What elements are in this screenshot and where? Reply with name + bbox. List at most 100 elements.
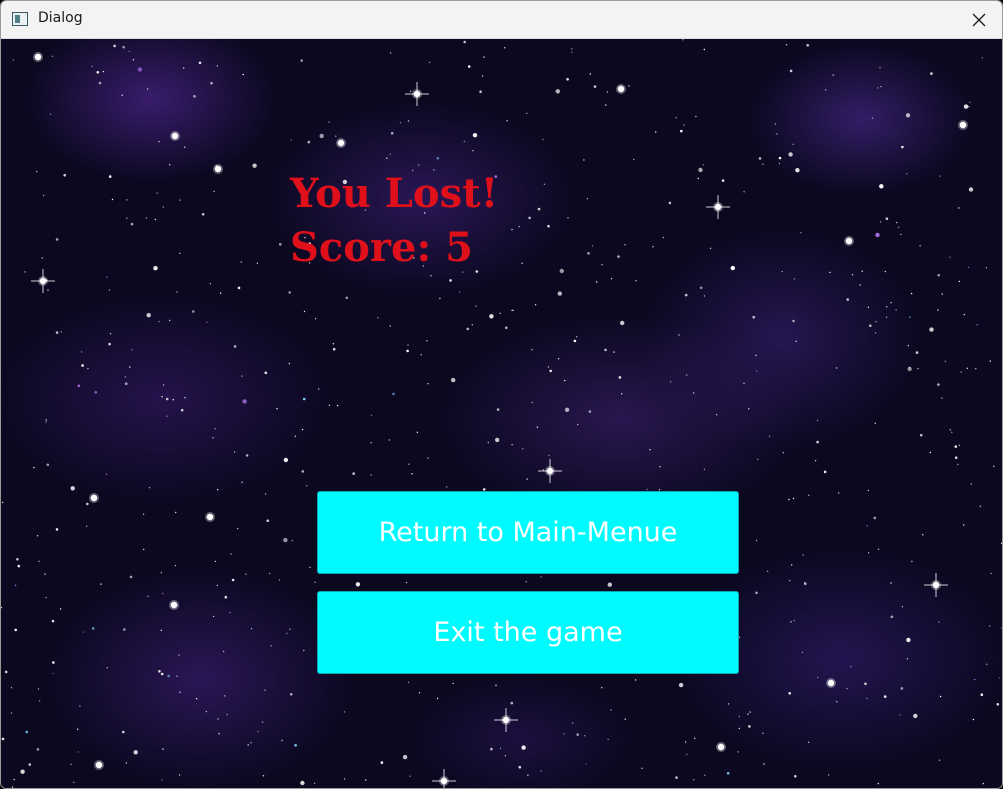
star bbox=[802, 554, 804, 556]
exit-game-button[interactable]: Exit the game bbox=[317, 591, 739, 674]
star bbox=[407, 120, 410, 122]
star bbox=[675, 117, 677, 119]
star bbox=[757, 458, 759, 461]
star bbox=[146, 88, 149, 90]
star bbox=[108, 289, 111, 291]
star bbox=[408, 463, 410, 465]
star bbox=[511, 228, 513, 231]
star bbox=[900, 687, 904, 690]
star bbox=[970, 483, 972, 485]
star bbox=[836, 701, 838, 703]
star bbox=[738, 636, 741, 638]
star bbox=[86, 502, 89, 506]
star bbox=[905, 113, 911, 118]
star bbox=[86, 525, 88, 527]
star bbox=[436, 697, 439, 700]
star bbox=[55, 528, 59, 531]
star bbox=[900, 233, 902, 236]
star bbox=[276, 408, 278, 410]
star bbox=[976, 324, 978, 326]
star bbox=[4, 670, 8, 674]
star bbox=[302, 397, 306, 401]
star bbox=[399, 122, 402, 124]
star bbox=[233, 451, 236, 453]
star bbox=[559, 268, 564, 274]
star bbox=[183, 67, 185, 69]
title-bar[interactable]: Dialog bbox=[1, 1, 1002, 39]
star bbox=[684, 741, 687, 743]
star bbox=[109, 333, 112, 335]
star bbox=[954, 456, 958, 460]
star bbox=[131, 349, 133, 351]
star bbox=[871, 117, 874, 119]
star bbox=[869, 324, 872, 328]
star bbox=[879, 184, 884, 189]
star bbox=[890, 582, 892, 584]
star bbox=[216, 584, 218, 587]
star bbox=[289, 628, 291, 630]
star bbox=[179, 199, 181, 201]
star bbox=[577, 423, 579, 426]
star bbox=[951, 431, 953, 433]
star bbox=[549, 369, 552, 373]
star bbox=[838, 492, 840, 494]
star bbox=[941, 397, 943, 399]
star bbox=[877, 782, 879, 785]
star bbox=[548, 454, 550, 457]
star bbox=[77, 728, 79, 730]
star bbox=[792, 497, 795, 500]
star bbox=[264, 371, 268, 375]
star bbox=[1001, 542, 1002, 544]
star bbox=[901, 145, 904, 149]
star bbox=[511, 444, 513, 446]
star bbox=[564, 379, 566, 382]
star bbox=[748, 408, 750, 410]
star bbox=[162, 384, 165, 386]
star bbox=[635, 280, 637, 282]
star bbox=[158, 140, 160, 143]
star bbox=[147, 595, 149, 597]
star bbox=[160, 629, 162, 631]
star bbox=[929, 327, 934, 332]
star bbox=[231, 578, 235, 582]
star bbox=[466, 327, 470, 331]
close-button[interactable] bbox=[956, 1, 1002, 38]
star bbox=[301, 428, 304, 431]
star bbox=[715, 414, 718, 416]
star bbox=[10, 712, 13, 714]
star bbox=[981, 57, 983, 59]
star bbox=[160, 672, 164, 676]
star bbox=[694, 737, 696, 739]
star bbox=[743, 191, 745, 193]
return-to-main-menu-button[interactable]: Return to Main-Menue bbox=[317, 491, 739, 574]
star bbox=[483, 56, 485, 58]
star bbox=[209, 283, 212, 285]
star bbox=[624, 718, 626, 720]
star bbox=[161, 396, 163, 398]
star bbox=[201, 213, 205, 216]
star bbox=[980, 693, 984, 696]
star bbox=[662, 236, 664, 239]
star bbox=[365, 779, 367, 781]
star bbox=[124, 376, 127, 378]
star bbox=[975, 368, 977, 370]
star bbox=[547, 224, 550, 228]
star bbox=[241, 481, 243, 483]
star bbox=[125, 762, 128, 764]
star bbox=[389, 153, 391, 155]
star bbox=[874, 332, 877, 334]
star bbox=[12, 59, 14, 61]
star bbox=[939, 695, 942, 698]
star bbox=[996, 703, 1000, 706]
star bbox=[919, 245, 921, 247]
star bbox=[606, 91, 608, 93]
star bbox=[968, 187, 974, 192]
star bbox=[564, 407, 570, 412]
star bbox=[380, 761, 384, 764]
star bbox=[218, 733, 220, 735]
star bbox=[193, 95, 196, 98]
star bbox=[175, 511, 177, 514]
star bbox=[196, 698, 198, 700]
star bbox=[370, 474, 372, 476]
star bbox=[937, 383, 940, 386]
